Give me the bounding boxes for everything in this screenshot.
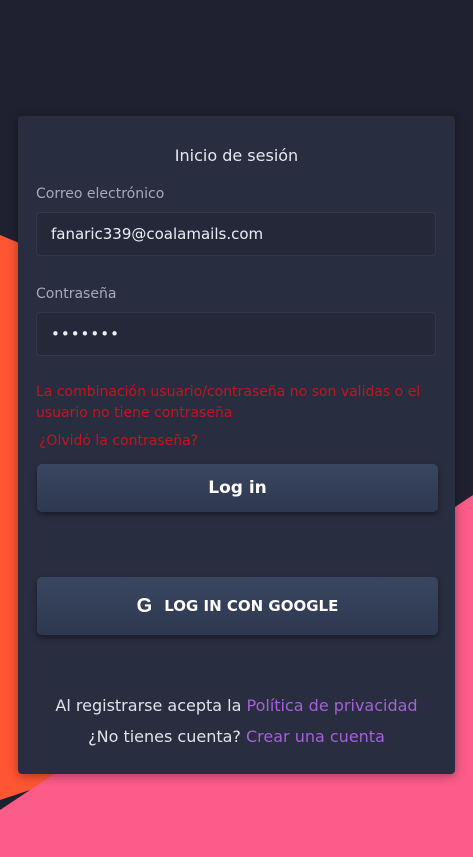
google-login-label: LOG IN CON GOOGLE: [164, 597, 339, 615]
login-button[interactable]: Log in: [37, 464, 438, 512]
privacy-policy-link[interactable]: Política de privacidad: [247, 696, 418, 715]
email-field[interactable]: fanaric339@coalamails.com: [36, 212, 436, 256]
password-field[interactable]: •••••••: [36, 312, 436, 356]
page-title: Inicio de sesión: [174, 146, 299, 165]
error-message: La combinación usuario/contraseña no son…: [36, 384, 421, 421]
create-account-link[interactable]: Crear una cuenta: [246, 727, 385, 746]
google-login-button[interactable]: G LOG IN CON GOOGLE: [37, 577, 438, 635]
google-icon: G: [136, 594, 153, 617]
password-label: Contraseña: [36, 286, 117, 302]
signup-line: ¿No tienes cuenta? Crear una cuenta: [0, 727, 473, 746]
email-label: Correo electrónico: [36, 186, 165, 202]
no-account-text: ¿No tienes cuenta?: [88, 727, 241, 746]
terms-line: Al registrarse acepta la Política de pri…: [0, 696, 473, 715]
forgot-password-link[interactable]: ¿Olvidó la contraseña?: [39, 433, 198, 449]
login-button-label: Log in: [208, 478, 267, 498]
terms-prefix: Al registrarse acepta la: [55, 696, 242, 715]
